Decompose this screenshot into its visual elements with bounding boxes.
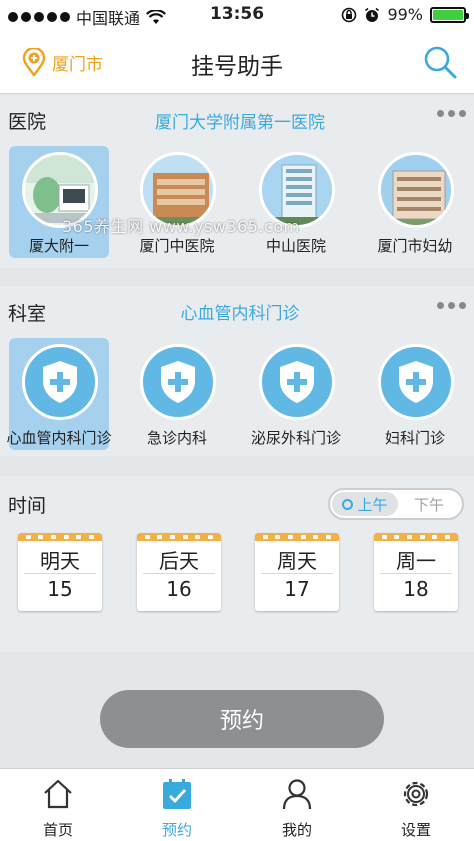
date-number: 18 — [403, 577, 429, 601]
calendar-rings-icon — [137, 535, 221, 539]
selected-department[interactable]: 心血管内科门诊 — [100, 299, 380, 324]
nav-bar: 厦门市 挂号助手 — [0, 30, 474, 94]
date-day-label: 周天 — [277, 549, 317, 573]
department-circle — [259, 344, 335, 420]
radio-indicator-icon — [342, 498, 354, 510]
afternoon-option[interactable]: 下午 — [398, 492, 460, 516]
divider — [261, 573, 333, 574]
gear-icon — [403, 781, 429, 807]
more-departments-button[interactable] — [437, 302, 466, 309]
watermark: 365养生网 www.ysw365.com — [62, 217, 300, 236]
calendar-rings-icon — [374, 535, 458, 539]
tab-booking[interactable]: 预约 — [137, 777, 217, 840]
date-option-2[interactable]: 后天 16 — [137, 533, 221, 611]
divider — [143, 573, 215, 574]
date-number: 15 — [47, 577, 73, 601]
search-icon[interactable] — [422, 44, 458, 80]
shield-cross-icon — [399, 361, 433, 403]
tab-settings[interactable]: 设置 — [376, 777, 456, 840]
calendar-rings-icon — [255, 535, 339, 539]
status-right: 99% — [341, 5, 469, 24]
book-appointment-button[interactable]: 预约 — [100, 690, 384, 748]
tab-label: 设置 — [400, 821, 431, 839]
date-day-label: 周一 — [396, 549, 436, 573]
department-item-label: 心血管内科门诊 — [6, 429, 112, 447]
department-item-label: 急诊内科 — [146, 429, 207, 447]
hospital-photo — [378, 152, 454, 228]
hospital-section-label: 医院 — [8, 111, 47, 133]
hospital-item-label: 厦门市妇幼 — [377, 237, 453, 255]
rotation-lock-icon — [342, 7, 357, 22]
hospital-item-label: 中山医院 — [265, 237, 326, 255]
calendar-rings-icon — [18, 535, 102, 539]
date-number: 17 — [284, 577, 310, 601]
department-circle — [378, 344, 454, 420]
time-section-label: 时间 — [8, 495, 47, 517]
calendar-check-icon — [163, 779, 191, 809]
divider — [380, 573, 452, 574]
shield-cross-icon — [280, 361, 314, 403]
time-section: 时间 上午 下午 明天 15 后天 16 周天 17 周一 18 — [0, 476, 474, 652]
home-icon — [44, 779, 72, 809]
battery-percent: 99% — [387, 5, 423, 24]
department-section-label: 科室 — [8, 303, 47, 325]
page-title: 挂号助手 — [191, 54, 283, 80]
department-circle — [140, 344, 216, 420]
department-item-label: 泌尿外科门诊 — [250, 429, 341, 447]
battery-icon — [430, 6, 469, 23]
divider — [24, 573, 96, 574]
am-pm-toggle[interactable]: 上午 下午 — [328, 488, 464, 520]
more-hospitals-button[interactable] — [437, 110, 466, 117]
status-bar: 中国联通 13:56 99% — [0, 0, 474, 30]
shield-cross-icon — [161, 361, 195, 403]
hospital-item-label: 厦大附一 — [28, 237, 89, 255]
date-day-label: 后天 — [159, 549, 199, 573]
hospital-section: 医院 厦门大学附属第一医院 厦大附一 厦门中医院 中山医院 厦门市妇幼 — [0, 96, 474, 268]
afternoon-label: 下午 — [413, 495, 444, 514]
morning-option[interactable]: 上午 — [332, 492, 398, 516]
tab-bar: 首页 预约 我的 设置 — [0, 768, 474, 841]
tab-label: 首页 — [42, 821, 73, 839]
date-option-4[interactable]: 周一 18 — [374, 533, 458, 611]
shield-cross-icon — [43, 361, 77, 403]
date-day-label: 明天 — [40, 549, 80, 573]
morning-label: 上午 — [357, 495, 388, 514]
alarm-icon — [365, 7, 380, 22]
hospital-item-label: 厦门中医院 — [139, 237, 215, 255]
selected-hospital[interactable]: 厦门大学附属第一医院 — [100, 108, 380, 133]
user-icon — [282, 779, 312, 810]
department-item-label: 妇科门诊 — [384, 429, 445, 447]
tab-profile[interactable]: 我的 — [257, 777, 337, 840]
date-number: 16 — [166, 577, 192, 601]
tab-label: 预约 — [161, 821, 192, 839]
date-option-1[interactable]: 明天 15 — [18, 533, 102, 611]
date-option-3[interactable]: 周天 17 — [255, 533, 339, 611]
tab-home[interactable]: 首页 — [18, 777, 98, 840]
department-section: 科室 心血管内科门诊 心血管内科门诊 急诊内科 泌尿外科门诊 妇科门诊 — [0, 286, 474, 456]
department-circle — [22, 344, 98, 420]
tab-label: 我的 — [281, 821, 312, 839]
